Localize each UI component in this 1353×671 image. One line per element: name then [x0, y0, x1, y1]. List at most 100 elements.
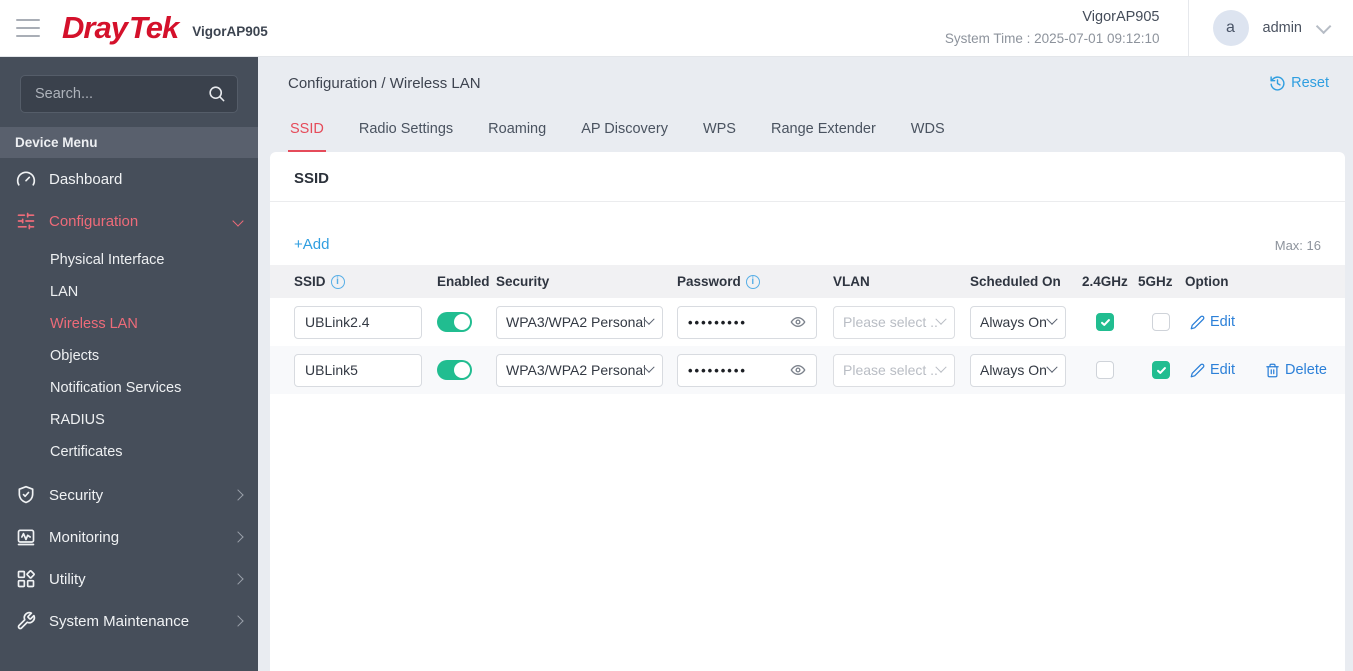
edit-button[interactable]: Edit	[1190, 362, 1235, 378]
password-field[interactable]: •••••••••	[677, 353, 817, 387]
chevron-down-icon	[1046, 361, 1058, 373]
device-time-block: VigorAP905 System Time : 2025-07-01 09:1…	[945, 7, 1188, 49]
logo-part-tek: Tek	[128, 10, 179, 45]
tab-roaming[interactable]: Roaming	[486, 121, 548, 152]
sidebar-item-dashboard[interactable]: Dashboard	[0, 158, 258, 200]
sidebar-nav: Dashboard Configuration Physical Interfa…	[0, 158, 258, 642]
chevron-right-icon	[232, 573, 244, 585]
band-2-4ghz-checkbox[interactable]	[1096, 361, 1114, 379]
utility-grid-icon	[17, 570, 35, 588]
edit-button[interactable]: Edit	[1190, 314, 1235, 330]
sidebar-item-label: Monitoring	[49, 528, 120, 546]
sidebar-item-monitoring[interactable]: Monitoring	[0, 516, 258, 558]
user-menu[interactable]: a admin	[1189, 10, 1353, 46]
password-field[interactable]: •••••••••	[677, 305, 817, 339]
sidebar-subitem-objects[interactable]: Objects	[0, 340, 258, 372]
delete-button[interactable]: Delete	[1265, 362, 1327, 378]
sidebar-subitem-notification-services[interactable]: Notification Services	[0, 372, 258, 404]
tab-wds[interactable]: WDS	[909, 121, 947, 152]
band-5ghz-checkbox[interactable]	[1152, 361, 1170, 379]
chevron-right-icon	[232, 615, 244, 627]
hamburger-menu-icon[interactable]	[16, 19, 40, 37]
sidebar-subitem-radius[interactable]: RADIUS	[0, 404, 258, 436]
tab-ssid[interactable]: SSID	[288, 121, 326, 152]
col-header-5ghz: 5GHz	[1138, 274, 1173, 289]
enabled-toggle[interactable]	[437, 312, 472, 332]
col-header-vlan: VLAN	[833, 274, 870, 289]
dashboard-icon	[16, 171, 36, 186]
monitoring-icon	[17, 529, 35, 546]
sidebar: Device Menu Dashboard Configuration Phys…	[0, 57, 258, 671]
sidebar-item-label: Configuration	[49, 212, 139, 230]
ssid-input[interactable]	[294, 305, 422, 339]
chevron-down-icon	[643, 361, 655, 373]
check-icon	[1100, 318, 1110, 326]
table-toolbar: +Add Max: 16	[270, 202, 1345, 265]
reset-label: Reset	[1291, 75, 1329, 91]
sidebar-item-label: Utility	[49, 570, 86, 588]
tab-range-extender[interactable]: Range Extender	[769, 121, 878, 152]
main-content: Configuration / Wireless LAN Reset SSID …	[258, 57, 1353, 671]
system-time: System Time : 2025-07-01 09:12:10	[944, 30, 1160, 46]
security-select[interactable]: WPA3/WPA2 Personal	[496, 305, 663, 339]
sidebar-item-label: Security	[49, 486, 104, 504]
shield-icon	[18, 485, 34, 504]
chevron-down-icon	[643, 313, 655, 325]
logo-part-dray: Dray	[62, 10, 128, 45]
scheduled-on-select[interactable]: Always On	[970, 353, 1066, 387]
sidebar-item-security[interactable]: Security	[0, 474, 258, 516]
sidebar-item-utility[interactable]: Utility	[0, 558, 258, 600]
device-menu-header: Device Menu	[0, 127, 258, 158]
sidebar-item-label: System Maintenance	[49, 612, 190, 630]
chevron-down-icon	[232, 215, 244, 227]
tab-radio-settings[interactable]: Radio Settings	[357, 121, 455, 152]
col-header-enabled: Enabled	[437, 274, 490, 289]
tab-ap-discovery[interactable]: AP Discovery	[579, 121, 670, 152]
vlan-select[interactable]: Please select ...	[833, 305, 955, 339]
avatar: a	[1212, 10, 1249, 46]
table-header-row: SSID i Enabled Security Password i VLAN …	[270, 265, 1345, 298]
add-button[interactable]: +Add	[294, 236, 329, 253]
chevron-right-icon	[232, 489, 244, 501]
chevron-down-icon	[1315, 18, 1332, 34]
sidebar-item-configuration[interactable]: Configuration	[0, 200, 258, 242]
ssid-panel: SSID +Add Max: 16 SSID i Enabled Securit…	[270, 152, 1345, 671]
tab-bar: SSID Radio Settings Roaming AP Discovery…	[258, 105, 1353, 152]
sidebar-subitem-lan[interactable]: LAN	[0, 276, 258, 308]
security-select[interactable]: WPA3/WPA2 Personal	[496, 353, 663, 387]
sliders-icon	[17, 212, 35, 230]
ssid-input[interactable]	[294, 353, 422, 387]
band-2-4ghz-checkbox[interactable]	[1096, 313, 1114, 331]
eye-icon[interactable]	[790, 314, 806, 330]
chevron-down-icon	[935, 313, 947, 325]
vlan-select[interactable]: Please select ...	[833, 353, 955, 387]
reset-button[interactable]: Reset	[1269, 75, 1329, 92]
info-icon[interactable]: i	[330, 274, 345, 289]
chevron-down-icon	[935, 361, 947, 373]
col-header-ssid: SSID i	[294, 274, 437, 289]
configuration-submenu: Physical Interface LAN Wireless LAN Obje…	[0, 242, 258, 474]
table-row: WPA3/WPA2 Personal ••••••••• Please sele…	[270, 346, 1345, 394]
tab-wps[interactable]: WPS	[701, 121, 738, 152]
sidebar-subitem-certificates[interactable]: Certificates	[0, 436, 258, 468]
eye-icon[interactable]	[790, 362, 806, 378]
col-header-scheduled-on: Scheduled On	[970, 274, 1061, 289]
check-icon	[1156, 366, 1166, 374]
search-input[interactable]	[20, 75, 238, 113]
device-name: VigorAP905	[1082, 9, 1160, 25]
trash-icon	[1266, 363, 1279, 377]
chevron-down-icon	[1046, 313, 1058, 325]
breadcrumb: Configuration / Wireless LAN	[288, 74, 481, 92]
sidebar-subitem-wireless-lan[interactable]: Wireless LAN	[0, 308, 258, 340]
search-icon[interactable]	[207, 84, 226, 103]
band-5ghz-checkbox[interactable]	[1152, 313, 1170, 331]
sidebar-search	[20, 75, 238, 113]
sidebar-item-system-maintenance[interactable]: System Maintenance	[0, 600, 258, 642]
enabled-toggle[interactable]	[437, 360, 472, 380]
chevron-right-icon	[232, 531, 244, 543]
sidebar-subitem-physical-interface[interactable]: Physical Interface	[0, 244, 258, 276]
col-header-2-4ghz: 2.4GHz	[1082, 274, 1128, 289]
scheduled-on-select[interactable]: Always On	[970, 305, 1066, 339]
info-icon[interactable]: i	[745, 274, 760, 289]
draytek-logo: DrayTek	[62, 10, 179, 46]
